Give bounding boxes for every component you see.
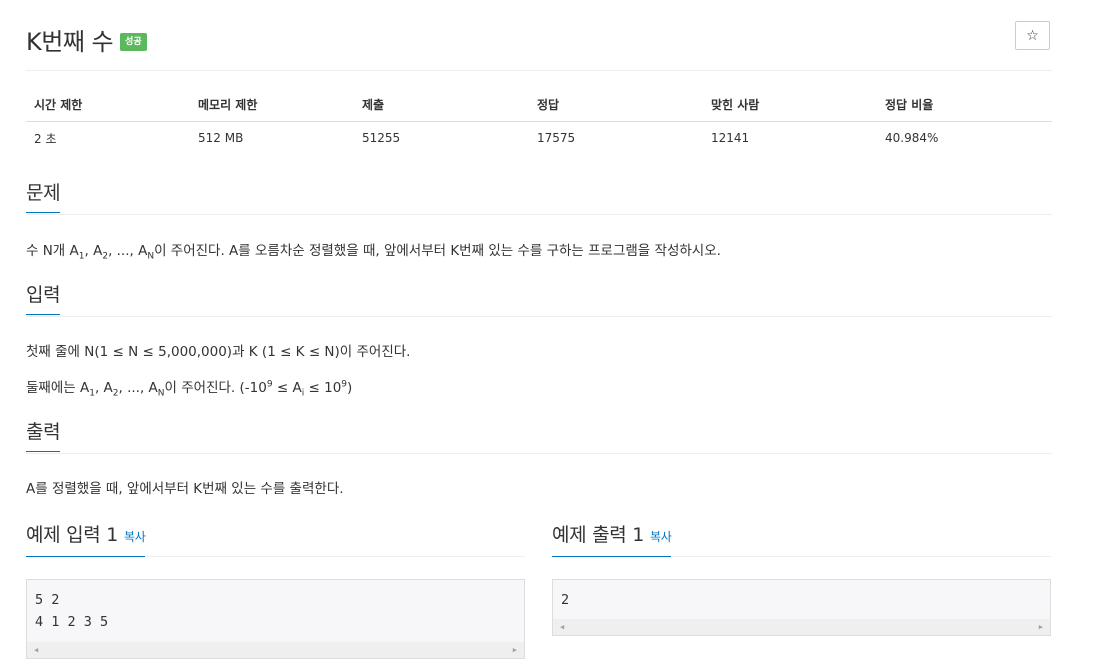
header-solved-users: 맞힌 사람 xyxy=(703,88,877,122)
sample-output-header: 예제 출력 1 복사 xyxy=(552,522,1051,557)
output-text: A를 정렬했을 때, 앞에서부터 K번째 있는 수를 출력한다. xyxy=(26,481,344,497)
sample-input-section: 예제 입력 1 복사 5 2 4 1 2 3 5 ◀ ▶ xyxy=(26,522,525,659)
output-section: 출력 A를 정렬했을 때, 앞에서부터 K번째 있는 수를 출력한다. xyxy=(26,419,1052,499)
description-header: 문제 xyxy=(26,180,1052,215)
description-title: 문제 xyxy=(26,180,61,213)
output-body: A를 정렬했을 때, 앞에서부터 K번째 있는 수를 출력한다. xyxy=(26,479,1052,499)
input-header: 입력 xyxy=(26,282,1052,317)
input-title: 입력 xyxy=(26,282,61,315)
copy-sample-input-link[interactable]: 복사 xyxy=(124,530,146,544)
output-header: 출력 xyxy=(26,419,1052,454)
sample-output-box: 2 ◀ ▶ xyxy=(552,579,1051,636)
sample-output-scrollbar[interactable]: ◀ ▶ xyxy=(553,619,1050,635)
sample-input-box: 5 2 4 1 2 3 5 ◀ ▶ xyxy=(26,579,525,659)
table-row: 2 초 512 MB 51255 17575 12141 40.984% xyxy=(26,121,1052,155)
sample-input-code: 5 2 4 1 2 3 5 xyxy=(35,592,109,630)
header-submissions: 제출 xyxy=(354,88,529,122)
sample-output-code: 2 xyxy=(561,592,570,608)
problem-info-table: 시간 제한 메모리 제한 제출 정답 맞힌 사람 정답 비율 2 초 512 M… xyxy=(26,88,1052,155)
sample-input-header: 예제 입력 1 복사 xyxy=(26,522,525,557)
header-time-limit: 시간 제한 xyxy=(26,88,190,122)
header-accept-ratio: 정답 비율 xyxy=(877,88,1052,122)
scroll-right-icon[interactable]: ▶ xyxy=(513,646,517,654)
description-text: 수 N개 A1, A2, ..., AN이 주어진다. A를 오름차순 정렬했을… xyxy=(26,243,721,262)
divider xyxy=(26,70,1052,71)
input-section: 입력 첫째 줄에 N(1 ≤ N ≤ 5,000,000)과 K (1 ≤ K … xyxy=(26,282,1052,398)
value-accept-ratio: 40.984% xyxy=(885,131,939,145)
value-accepted: 17575 xyxy=(537,131,576,145)
favorite-star-button[interactable]: ☆ xyxy=(1015,21,1050,50)
scroll-right-icon[interactable]: ▶ xyxy=(1039,623,1043,631)
scroll-left-icon[interactable]: ◀ xyxy=(560,623,564,631)
value-solved-users: 12141 xyxy=(711,131,750,145)
title-row: K번째 수 성공 xyxy=(26,22,147,56)
scroll-left-icon[interactable]: ◀ xyxy=(34,646,38,654)
value-submissions: 51255 xyxy=(362,131,401,145)
description-body: 수 N개 A1, A2, ..., AN이 주어진다. A를 오름차순 정렬했을… xyxy=(26,241,1052,261)
star-icon: ☆ xyxy=(1026,27,1039,44)
copy-sample-output-link[interactable]: 복사 xyxy=(650,530,672,544)
header-accepted: 정답 xyxy=(529,88,703,122)
input-line-1: 첫째 줄에 N(1 ≤ N ≤ 5,000,000)과 K (1 ≤ K ≤ N… xyxy=(26,344,411,360)
input-body: 첫째 줄에 N(1 ≤ N ≤ 5,000,000)과 K (1 ≤ K ≤ N… xyxy=(26,342,1052,398)
value-memory-limit: 512 MB xyxy=(198,131,244,145)
input-line-2: 둘째에는 A1, A2, ..., AN이 주어진다. (-109 ≤ Ai ≤… xyxy=(26,379,353,399)
sample-input-scrollbar[interactable]: ◀ ▶ xyxy=(27,642,524,658)
sample-input-title: 예제 입력 1 복사 xyxy=(26,522,146,557)
status-badge: 성공 xyxy=(120,33,147,51)
page-title: K번째 수 xyxy=(26,27,114,56)
header-memory-limit: 메모리 제한 xyxy=(190,88,354,122)
table-header-row: 시간 제한 메모리 제한 제출 정답 맞힌 사람 정답 비율 xyxy=(26,88,1052,122)
sample-output-title: 예제 출력 1 복사 xyxy=(552,522,672,557)
sample-output-section: 예제 출력 1 복사 2 ◀ ▶ xyxy=(552,522,1051,636)
output-title: 출력 xyxy=(26,419,61,452)
description-section: 문제 수 N개 A1, A2, ..., AN이 주어진다. A를 오름차순 정… xyxy=(26,180,1052,261)
value-time-limit: 2 초 xyxy=(34,131,57,146)
